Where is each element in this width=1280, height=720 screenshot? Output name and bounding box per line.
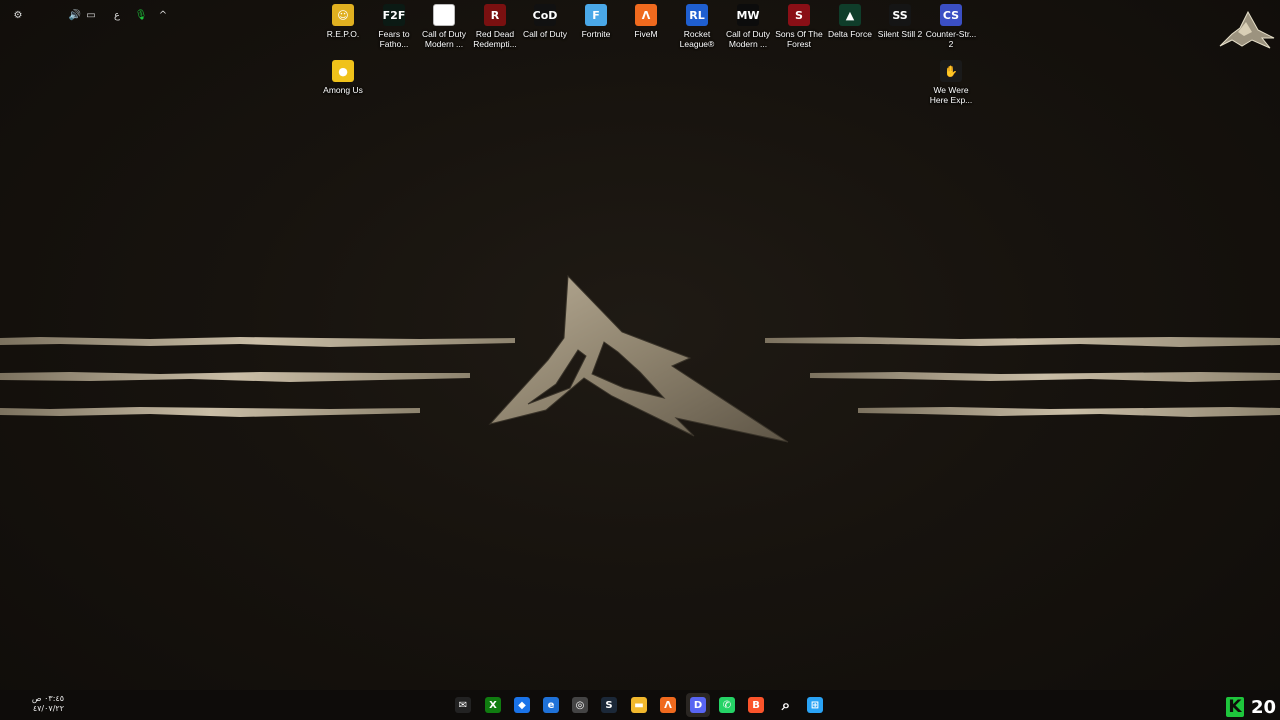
desktop-icon-label: Call of Duty Modern ...: [422, 29, 466, 49]
search-icon: ⌕: [778, 696, 794, 714]
notification-icon[interactable]: ⚙: [12, 6, 24, 24]
desktop-icon-6[interactable]: F Fortnite: [570, 4, 622, 39]
taskbar-button-8[interactable]: Λ: [656, 693, 680, 717]
brave-browser-icon: B: [748, 697, 764, 713]
desktop-icon-14[interactable]: ● Among Us: [317, 60, 369, 95]
fivem-icon: Λ: [635, 4, 657, 26]
mail-app-icon: ✉: [455, 697, 471, 713]
taskbar-button-9[interactable]: D: [686, 693, 710, 717]
silent-still-icon: SS: [889, 4, 911, 26]
language-indicator[interactable]: ع: [110, 6, 124, 24]
whatsapp-icon: ✆: [719, 697, 735, 713]
desktop-icon-13[interactable]: CS Counter-Str... 2: [925, 4, 977, 49]
call-of-duty-icon: CoD: [533, 4, 557, 26]
sons-of-the-forest-icon: S: [788, 4, 810, 26]
system-clock[interactable]: ٠٣:٤٥ ص ٤٧/٠٧/٢٢: [24, 694, 64, 714]
taskbar-button-10[interactable]: ✆: [715, 693, 739, 717]
counter-strike-icon: CS: [940, 4, 962, 26]
desktop-icon-label: Rocket League®: [679, 29, 715, 49]
desktop-icon-9[interactable]: MW Call of Duty Modern ...: [722, 4, 774, 49]
score-widget[interactable]: K 20: [1226, 695, 1276, 719]
taskbar-button-7[interactable]: ▬: [627, 693, 651, 717]
game-launcher-icon: ◎: [572, 697, 588, 713]
desktop-icon-15[interactable]: ✋ We Were Here Exp...: [925, 60, 977, 105]
show-hidden-icons-chevron[interactable]: ^: [156, 6, 170, 24]
taskbar-button-6[interactable]: S: [597, 693, 621, 717]
taskbar-button-4[interactable]: e: [539, 693, 563, 717]
desktop-icon-label: FiveM: [634, 29, 658, 39]
microphone-icon[interactable]: 🎙: [134, 6, 148, 24]
rocket-league-icon: RL: [686, 4, 708, 26]
taskbar-button-12[interactable]: ⌕: [774, 693, 798, 717]
center-emblem: [488, 274, 789, 443]
taskbar-button-2[interactable]: X: [481, 693, 505, 717]
desktop-icon-label: Fears to Fatho...: [378, 29, 410, 49]
desktop-icon-label: Red Dead Redempti...: [473, 29, 517, 49]
taskbar-button-13[interactable]: ⊞: [803, 693, 827, 717]
desktop[interactable]: ☺ R.E.P.O. F2F Fears to Fatho... Call of Dut…: [0, 0, 1280, 690]
desktop-icon-3[interactable]: Call of Duty Modern ...: [418, 4, 470, 49]
desktop-icon-2[interactable]: F2F Fears to Fatho...: [368, 4, 420, 49]
taskbar-button-3[interactable]: ◆: [510, 693, 534, 717]
among-us-icon: ●: [332, 60, 354, 82]
score-value: 20: [1251, 696, 1277, 718]
desktop-icon-10[interactable]: S Sons Of The Forest: [773, 4, 825, 49]
desktop-icon-label: Delta Force: [828, 29, 872, 39]
left-stripes: [0, 337, 515, 417]
desktop-icon-label: Counter-Str... 2: [925, 29, 977, 49]
red-dead-redemption-icon: R: [484, 4, 506, 26]
edge-browser-icon: e: [543, 697, 559, 713]
desktop-icon-12[interactable]: SS Silent Still 2: [874, 4, 926, 39]
desktop-icon-label: Silent Still 2: [877, 29, 923, 39]
desktop-icon-label: Call of Duty: [523, 29, 567, 39]
desktop-icon-5[interactable]: CoD Call of Duty: [519, 4, 571, 39]
wallpaper: [0, 274, 1280, 443]
steam-icon: S: [601, 697, 617, 713]
desktop-icon-1[interactable]: ☺ R.E.P.O.: [317, 4, 369, 39]
file-shortcut-icon: [433, 4, 455, 26]
desktop-icon-label: Call of Duty Modern ...: [726, 29, 770, 49]
desktop-icon-7[interactable]: Λ FiveM: [620, 4, 672, 39]
desktop-icon-label: Among Us: [323, 85, 363, 95]
desktop-icon-label: Sons Of The Forest: [775, 29, 823, 49]
desktop-icon-label: Fortnite: [581, 29, 611, 39]
k-logo-icon: K: [1226, 697, 1244, 717]
shield-app-icon: ◆: [514, 697, 530, 713]
fears-to-fathom-icon: F2F: [383, 4, 405, 26]
we-were-here-icon: ✋: [940, 60, 962, 82]
fivem-taskbar-icon: Λ: [660, 697, 676, 713]
file-explorer-icon: ▬: [631, 697, 647, 713]
volume-icon[interactable]: 🔊: [68, 6, 82, 24]
desktop-icon-label: We Were Here Exp...: [929, 85, 973, 105]
desktop-icon-label: R.E.P.O.: [326, 29, 360, 39]
taskbar: ✉ X ◆ e ◎ S ▬ Λ D ✆ B ⌕ ⊞: [0, 690, 1280, 720]
taskbar-button-11[interactable]: B: [744, 693, 768, 717]
discord-icon: D: [690, 697, 706, 713]
corner-emblem-icon: [1219, 10, 1275, 49]
delta-force-icon: ▲: [839, 4, 861, 26]
clock-time: ٠٣:٤٥ ص: [31, 694, 64, 703]
desktop-icon-8[interactable]: RL Rocket League®: [671, 4, 723, 49]
xbox-icon: X: [485, 697, 501, 713]
network-icon[interactable]: ▭: [84, 6, 98, 24]
clock-date: ٤٧/٠٧/٢٢: [32, 704, 64, 713]
start-menu-icon: ⊞: [807, 697, 823, 713]
repo-game-icon: ☺: [332, 4, 354, 26]
call-of-duty-mw-icon: MW: [736, 4, 760, 26]
taskbar-button-5[interactable]: ◎: [568, 693, 592, 717]
right-stripes: [765, 337, 1280, 417]
desktop-icon-4[interactable]: R Red Dead Redempti...: [469, 4, 521, 49]
fortnite-icon: F: [585, 4, 607, 26]
desktop-icon-11[interactable]: ▲ Delta Force: [824, 4, 876, 39]
taskbar-button-1[interactable]: ✉: [451, 693, 475, 717]
